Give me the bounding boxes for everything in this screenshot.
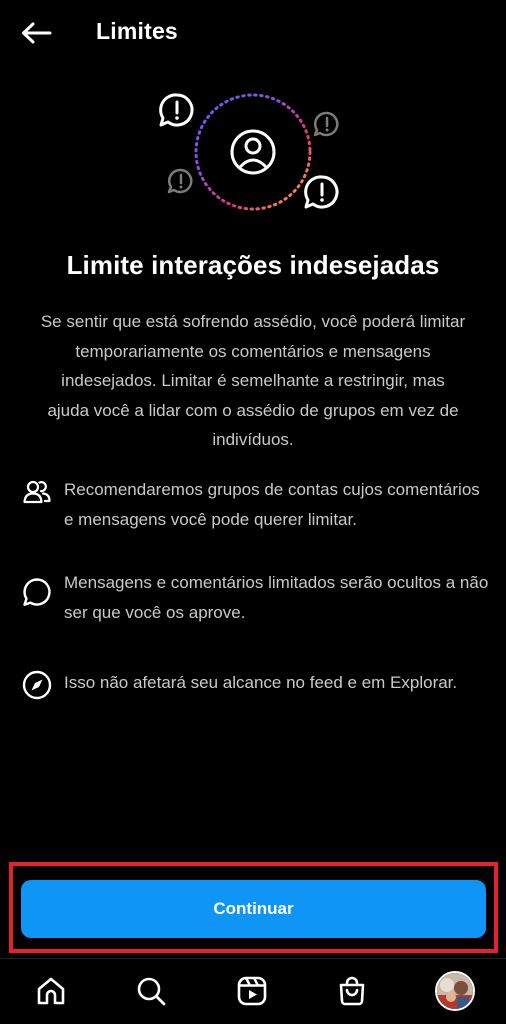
- nav-search[interactable]: [131, 971, 171, 1011]
- people-icon: [20, 475, 54, 509]
- page-title: Limites: [96, 18, 178, 44]
- limits-illustration: [0, 78, 506, 228]
- feature-text: Isso não afetará seu alcance no feed e e…: [64, 673, 458, 692]
- feature-text: Mensagens e comentários limitados serão …: [64, 573, 489, 622]
- search-icon: [137, 977, 166, 1006]
- nav-home[interactable]: [31, 971, 71, 1011]
- nav-shop[interactable]: [332, 971, 372, 1011]
- alert-bubble-icon: [313, 111, 339, 137]
- back-button[interactable]: [14, 14, 58, 52]
- continue-button[interactable]: Continuar: [21, 880, 486, 938]
- feature-item-hidden: Mensagens e comentários limitados serão …: [20, 568, 490, 627]
- alert-bubble-icon: [304, 175, 339, 209]
- feature-item-recommend: Recomendaremos grupos de contas cujos co…: [20, 475, 490, 534]
- nav-profile[interactable]: [434, 970, 476, 1012]
- home-icon: [37, 977, 65, 1005]
- feature-text: Recomendaremos grupos de contas cujos co…: [64, 480, 480, 529]
- hero-description: Se sentir que está sofrendo assédio, voc…: [40, 312, 466, 449]
- limits-screen: Limites Limite interações indesejadas Se…: [0, 0, 506, 1024]
- avatar: [435, 971, 475, 1011]
- shop-icon: [339, 976, 365, 1006]
- arrow-left-icon: [22, 22, 52, 44]
- hero-title: Limite interações indesejadas: [66, 250, 440, 280]
- alert-bubble-icon: [159, 93, 194, 127]
- reels-icon: [237, 976, 267, 1006]
- bottom-nav: [0, 958, 506, 1024]
- nav-reels[interactable]: [232, 971, 272, 1011]
- compass-icon: [20, 668, 54, 702]
- header: Limites: [0, 0, 506, 64]
- feature-item-reach: Isso não afetará seu alcance no feed e e…: [20, 668, 490, 702]
- person-icon: [230, 129, 276, 175]
- speech-bubble-icon: [20, 568, 54, 606]
- alert-bubble-icon: [167, 168, 193, 194]
